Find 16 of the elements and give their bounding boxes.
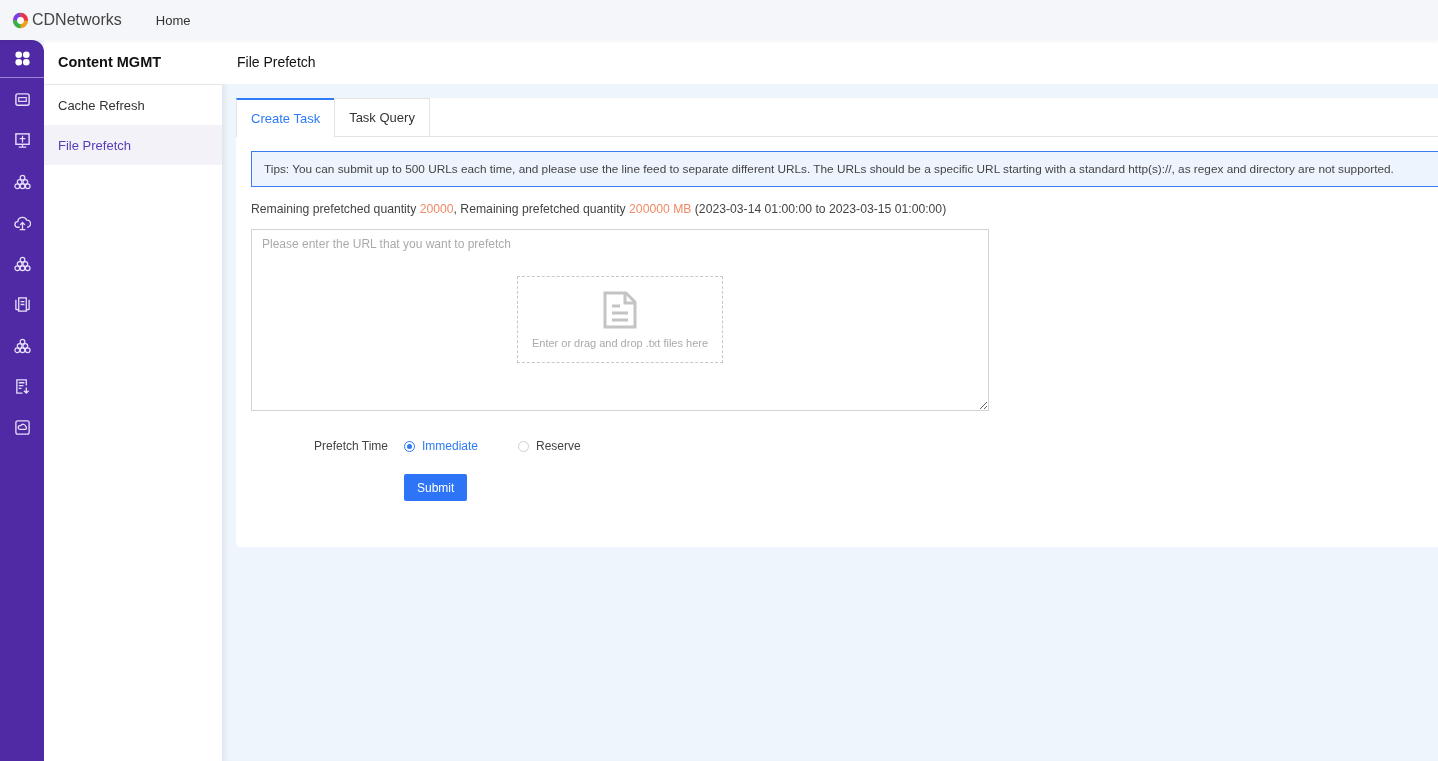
radio-option[interactable]: Reserve (518, 439, 581, 453)
nav-link[interactable]: Home (155, 12, 191, 28)
submit-button[interactable]: Submit (404, 474, 468, 501)
sidebar-item[interactable]: File Prefetch (44, 125, 222, 165)
field-label: Prefetch Time (314, 439, 390, 453)
drop-zone-text: Enter or drag and drop .txt files here (531, 336, 709, 349)
tips-banner: Tips: You can submit up to 500 URLs each time, and please use the line feed to separate different URLs. The URLs should be a specific URL starting with a standard http(s)://, as regex and directory are not supported. (251, 151, 1438, 187)
brand-name: CDNetworks (32, 11, 122, 29)
page-title: File Prefetch (222, 40, 1438, 84)
logo-icon (12, 11, 29, 29)
file-icon (603, 290, 637, 329)
tab[interactable]: Task Query (334, 98, 430, 136)
sidebar-item[interactable]: Cache Refresh (44, 85, 222, 125)
radio-option[interactable]: Immediate (404, 439, 479, 453)
quota-text: Remaining prefetched quantity 20000, Remaining prefetched quantity 200000 MB (2023-03-14 01:00:00 to 2023-03-15 01:00:00) (251, 202, 948, 216)
tab[interactable]: Create Task (236, 98, 336, 137)
